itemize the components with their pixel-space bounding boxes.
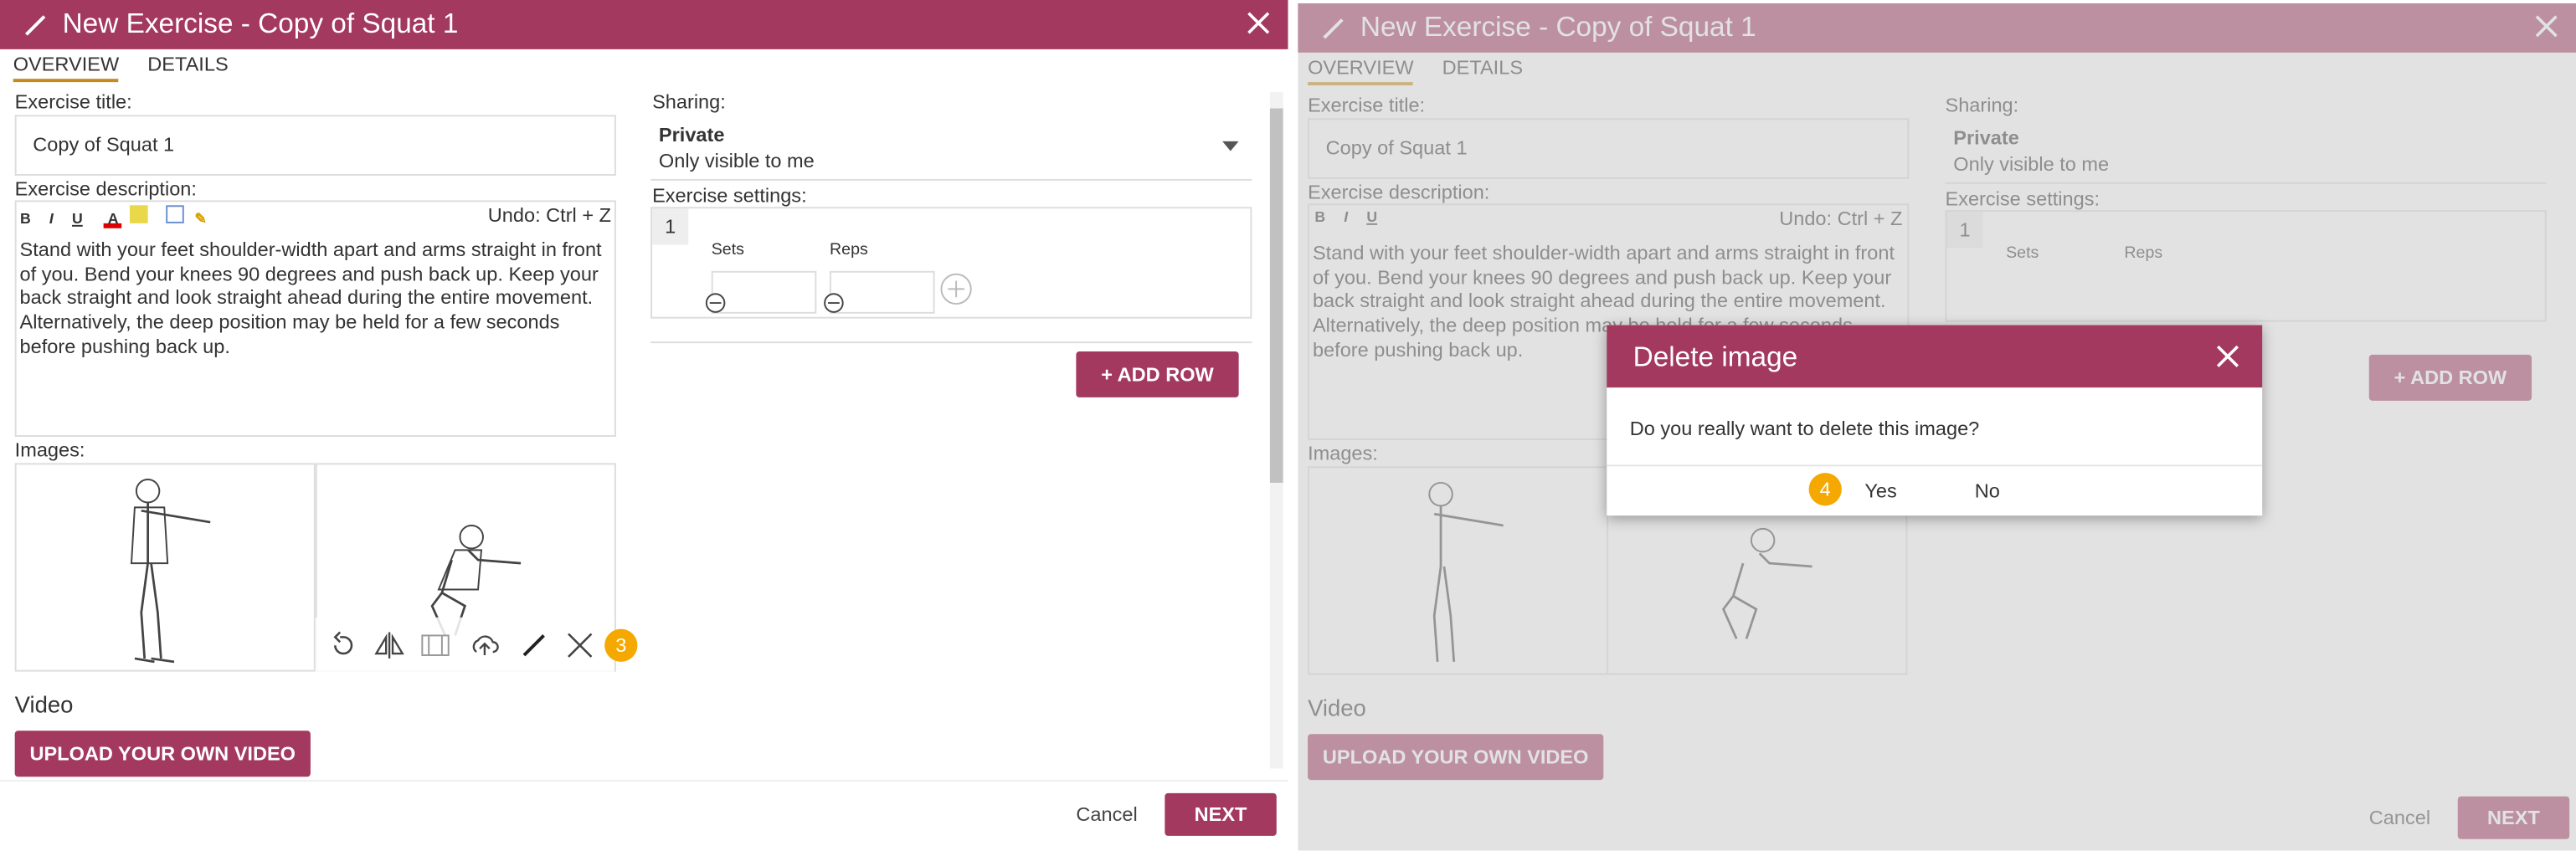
sharing-label: Sharing:	[652, 90, 726, 114]
delete-dialog-message: Do you really want to delete this image?	[1629, 417, 1980, 440]
divider	[650, 341, 1252, 344]
dialog-divider	[1607, 464, 2263, 467]
row-number: 1	[652, 208, 689, 245]
description-text: Stand with your feet shoulder-width apar…	[19, 238, 602, 358]
rotate-icon[interactable]	[328, 631, 357, 660]
exercise-description-label: Exercise description:	[14, 177, 197, 201]
remove-sets-icon[interactable]	[705, 292, 727, 314]
text-color-icon[interactable]: A	[104, 210, 122, 228]
sharing-value: Private	[658, 123, 725, 146]
exercise-image-standing[interactable]	[14, 463, 316, 672]
footer-divider	[0, 780, 1288, 782]
sets-input[interactable]	[711, 270, 817, 314]
pencil-icon	[25, 15, 46, 36]
underline-button[interactable]: U	[69, 210, 87, 228]
video-heading: Video	[14, 691, 74, 718]
reps-input[interactable]	[830, 270, 935, 314]
step-badge: 3	[604, 628, 638, 662]
bold-button[interactable]: B	[17, 210, 35, 228]
chevron-down-icon	[1222, 141, 1239, 151]
scrollbar[interactable]	[1269, 91, 1283, 769]
images-label: Images:	[14, 438, 85, 462]
tab-bar: OVERVIEW DETAILS	[13, 53, 251, 83]
delete-dialog-titlebar: Delete image	[1607, 325, 2263, 388]
close-icon[interactable]	[2216, 345, 2239, 367]
tab-details[interactable]: DETAILS	[147, 53, 228, 79]
dialog-titlebar: New Exercise - Copy of Squat 1	[0, 0, 1288, 49]
sharing-subtitle: Only visible to me	[658, 149, 815, 173]
upload-video-button[interactable]: UPLOAD YOUR OWN VIDEO	[14, 731, 311, 777]
sets-column-label: Sets	[711, 241, 744, 260]
remove-reps-icon[interactable]	[823, 292, 845, 314]
video-frames-icon[interactable]	[420, 631, 450, 660]
close-icon[interactable]	[1245, 10, 1271, 36]
exercise-settings-label: Exercise settings:	[652, 183, 807, 208]
add-row-button[interactable]: + ADD ROW	[1076, 351, 1239, 397]
no-button[interactable]: No	[1975, 479, 2000, 502]
exercise-editor-panel: New Exercise - Copy of Squat 1 OVERVIEW …	[0, 0, 1288, 848]
exercise-title-label: Exercise title:	[14, 90, 132, 114]
tab-overview[interactable]: OVERVIEW	[13, 53, 120, 83]
next-button[interactable]: NEXT	[1165, 792, 1277, 836]
exercise-title-input[interactable]: Copy of Squat 1	[14, 115, 616, 176]
clear-format-icon[interactable]: ✎	[192, 210, 210, 228]
scrollbar-thumb[interactable]	[1269, 108, 1283, 483]
flip-icon[interactable]	[374, 631, 404, 660]
insert-image-icon[interactable]	[166, 205, 184, 223]
undo-hint: Undo: Ctrl + Z	[487, 203, 612, 227]
delete-dialog-title: Delete image	[1632, 341, 1798, 373]
dialog-title: New Exercise - Copy of Squat 1	[62, 8, 459, 40]
highlight-icon[interactable]	[130, 205, 148, 223]
step-badge: 4	[1808, 473, 1842, 506]
reps-column-label: Reps	[830, 241, 868, 260]
delete-image-dialog: Delete image Do you really want to delet…	[1607, 325, 2263, 516]
yes-button[interactable]: Yes	[1864, 479, 1896, 502]
edit-pencil-icon[interactable]	[519, 631, 548, 660]
exercise-settings-table: 1 Sets Reps	[650, 207, 1252, 319]
cancel-button[interactable]: Cancel	[1076, 803, 1137, 826]
sharing-select[interactable]: Private Only visible to me	[650, 115, 1252, 181]
add-column-icon[interactable]	[939, 273, 972, 305]
standing-figure-illustration	[130, 479, 211, 664]
upload-cloud-icon[interactable]	[470, 631, 499, 660]
italic-button[interactable]: I	[43, 210, 61, 228]
editor-toolbar: B I U A ✎	[17, 205, 213, 228]
delete-image-icon[interactable]	[565, 631, 594, 660]
image-action-bar	[315, 617, 614, 672]
